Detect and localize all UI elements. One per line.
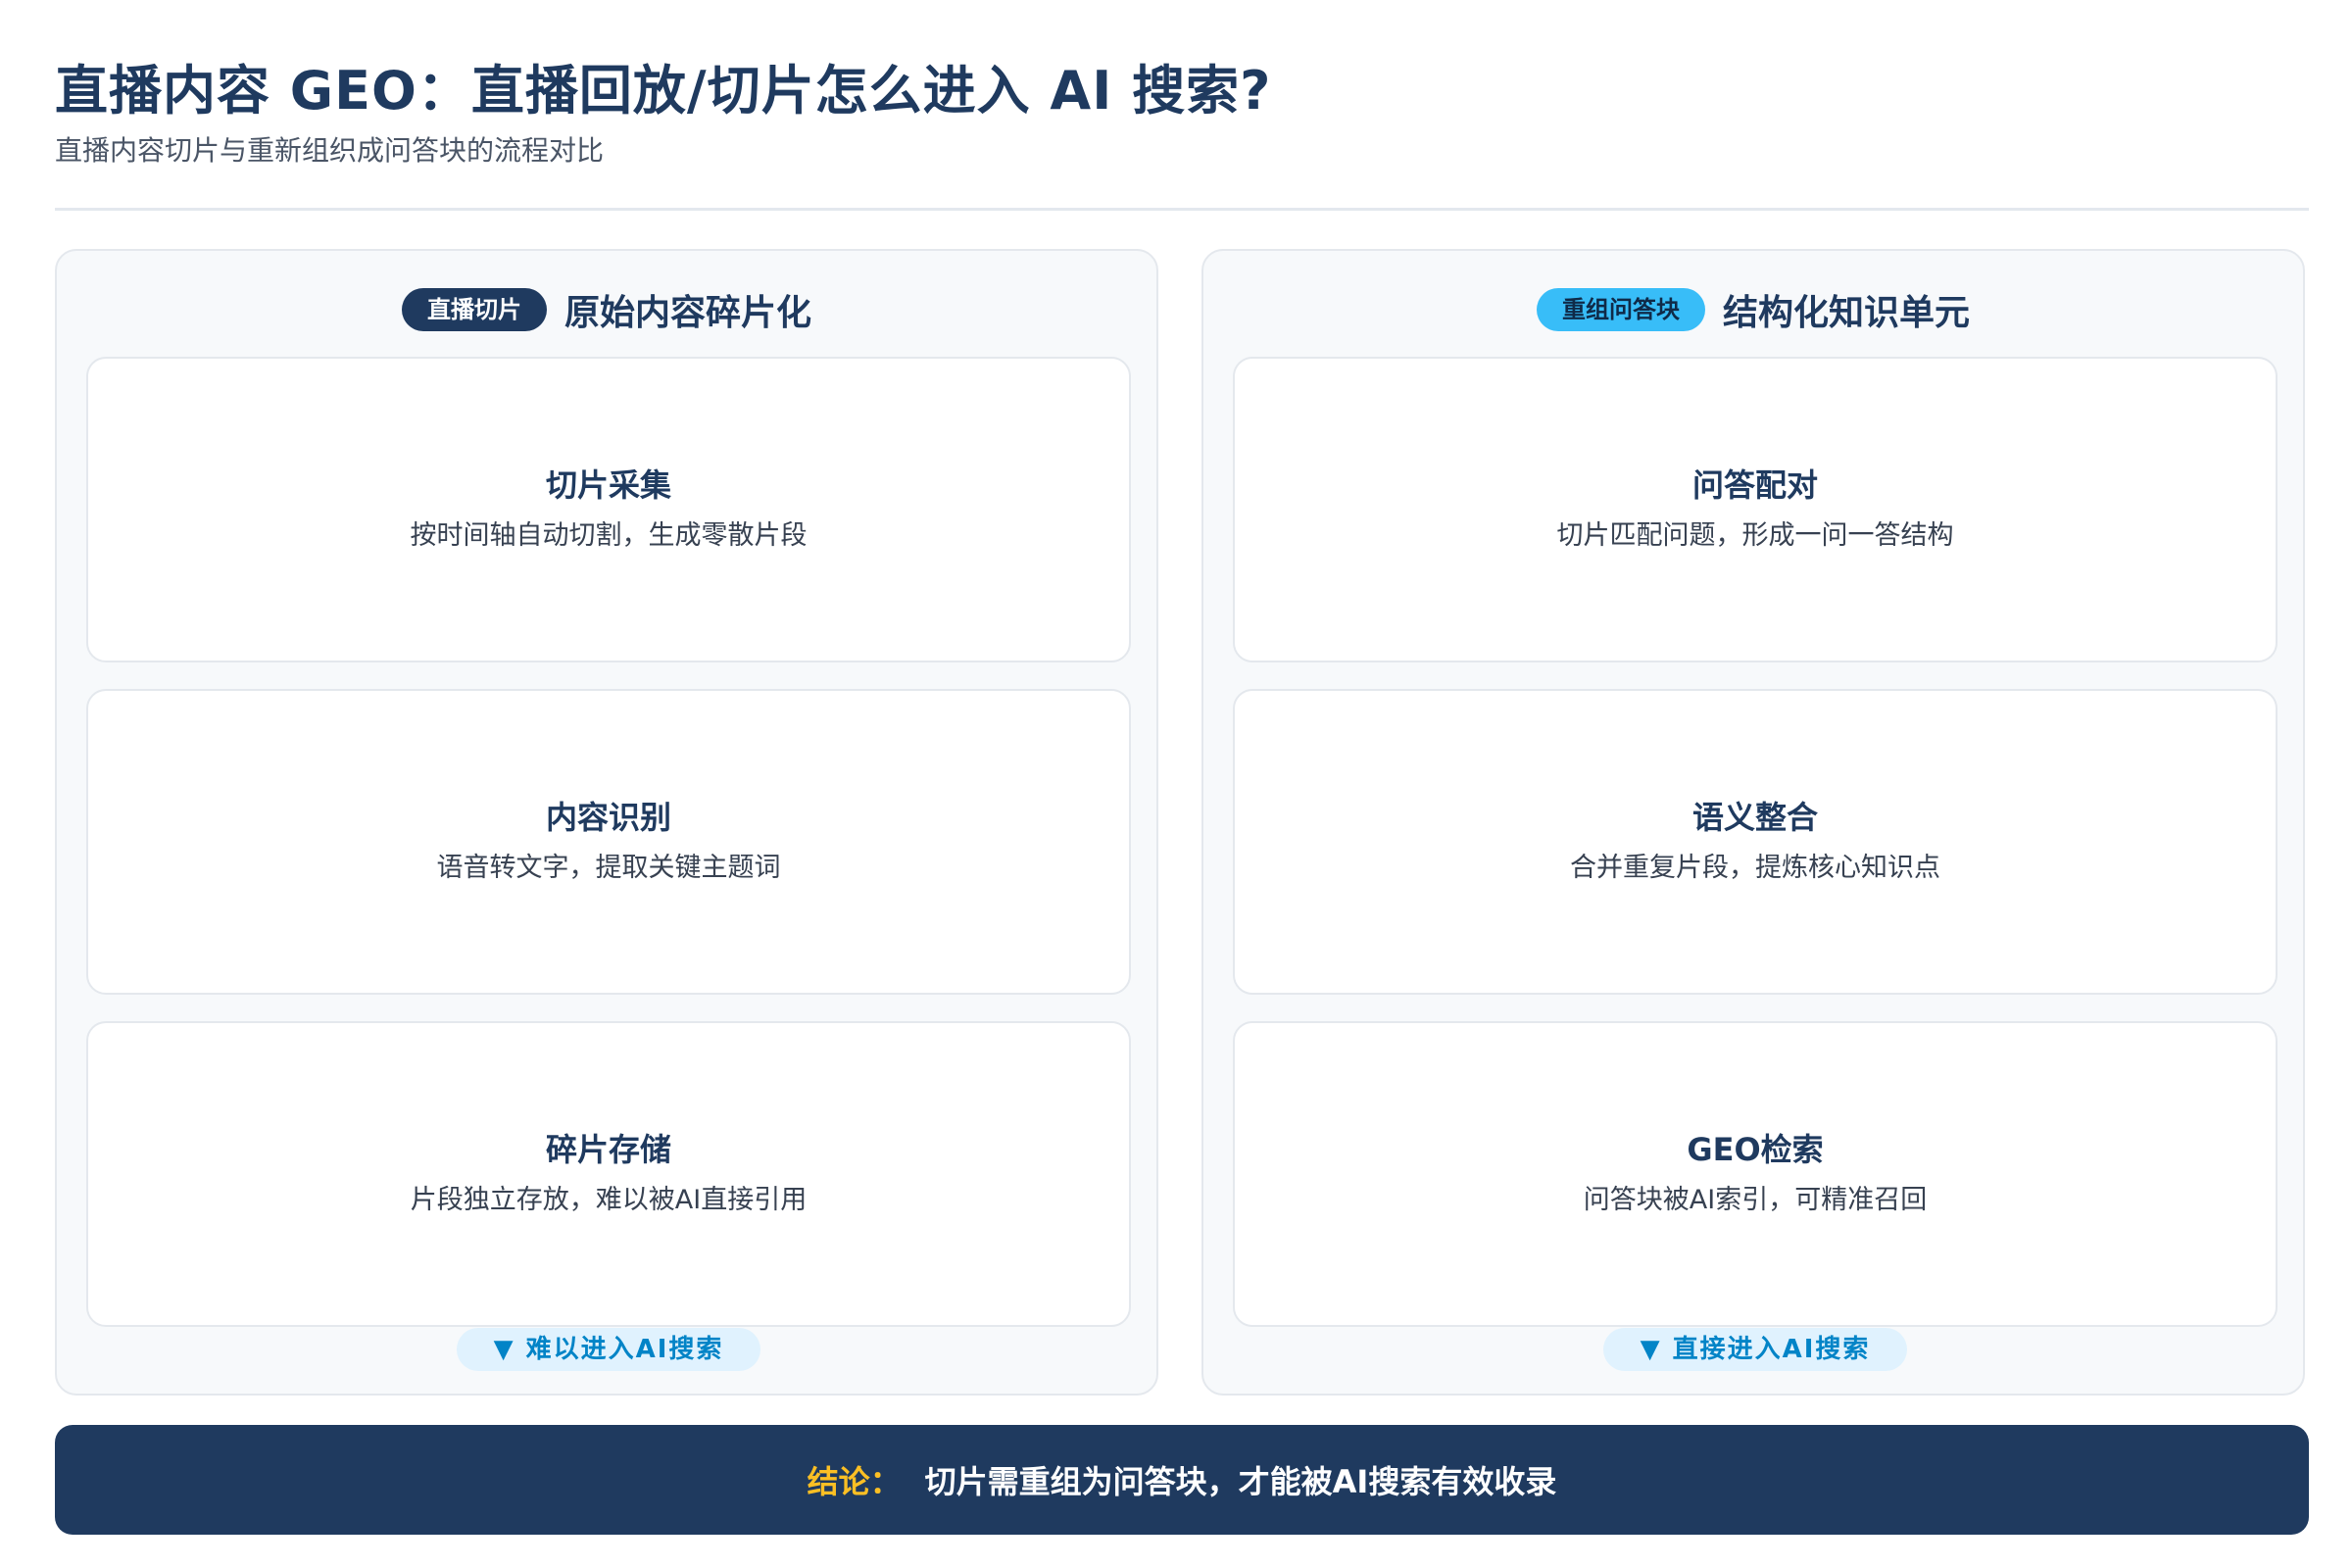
left-flow-tag: ▼ 难以进入AI搜索 xyxy=(457,1328,760,1371)
left-panel-badge: 直播切片 xyxy=(401,288,547,331)
conclusion-banner: 结论： 切片需重组为问答块，才能被AI搜索有效收录 xyxy=(55,1425,2309,1535)
right-panel-header: 重组问答块 结构化知识单元 xyxy=(1203,282,2303,337)
header-divider xyxy=(55,208,2309,211)
conclusion-label: 结论： xyxy=(807,1463,902,1500)
left-panel-header: 直播切片 原始内容碎片化 xyxy=(57,282,1156,337)
card-description: 语音转文字，提取关键主题词 xyxy=(436,853,781,883)
conclusion-text: 切片需重组为问答块，才能被AI搜索有效收录 xyxy=(924,1463,1557,1500)
card-description: 按时间轴自动切割，生成零散片段 xyxy=(410,520,808,551)
left-card-3: 碎片存储 片段独立存放，难以被AI直接引用 xyxy=(86,1021,1131,1327)
left-panel: 直播切片 原始内容碎片化 切片采集 按时间轴自动切割，生成零散片段 内容识别 语… xyxy=(55,249,1158,1396)
card-title: 语义整合 xyxy=(1691,799,1818,836)
card-title: GEO检索 xyxy=(1687,1131,1824,1168)
card-description: 片段独立存放，难以被AI直接引用 xyxy=(410,1185,808,1215)
left-card-2: 内容识别 语音转文字，提取关键主题词 xyxy=(86,689,1131,995)
right-card-3: GEO检索 问答块被AI索引，可精准召回 xyxy=(1233,1021,2278,1327)
card-title: 内容识别 xyxy=(545,799,671,836)
right-panel: 重组问答块 结构化知识单元 问答配对 切片匹配问题，形成一问一答结构 语义整合 … xyxy=(1201,249,2305,1396)
card-description: 问答块被AI索引，可精准召回 xyxy=(1583,1185,1928,1215)
right-card-1: 问答配对 切片匹配问题，形成一问一答结构 xyxy=(1233,357,2278,662)
right-flow-tag: ▼ 直接进入AI搜索 xyxy=(1603,1328,1907,1371)
page-header: 直播内容 GEO：直播回放/切片怎么进入 AI 搜索? 直播内容切片与重新组织成… xyxy=(55,57,2309,171)
card-title: 切片采集 xyxy=(545,466,671,504)
card-description: 切片匹配问题，形成一问一答结构 xyxy=(1556,520,1954,551)
right-panel-title: 结构化知识单元 xyxy=(1722,293,1970,333)
page-title: 直播内容 GEO：直播回放/切片怎么进入 AI 搜索? xyxy=(55,60,1272,122)
card-title: 碎片存储 xyxy=(545,1131,671,1168)
card-description: 合并重复片段，提炼核心知识点 xyxy=(1570,853,1940,883)
left-panel-title: 原始内容碎片化 xyxy=(564,293,811,333)
page-subtitle: 直播内容切片与重新组织成问答块的流程对比 xyxy=(55,134,605,167)
right-card-2: 语义整合 合并重复片段，提炼核心知识点 xyxy=(1233,689,2278,995)
left-card-1: 切片采集 按时间轴自动切割，生成零散片段 xyxy=(86,357,1131,662)
right-panel-badge: 重组问答块 xyxy=(1536,288,1705,331)
card-title: 问答配对 xyxy=(1691,466,1818,504)
